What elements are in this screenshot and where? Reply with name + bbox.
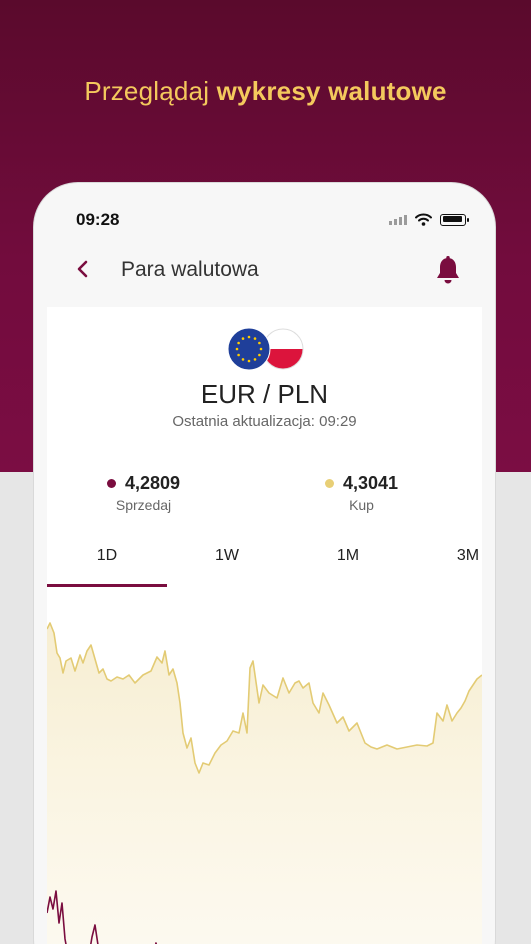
headline: Przeglądaj wykresy walutowe xyxy=(0,76,531,107)
tab-1d[interactable]: 1D xyxy=(77,547,137,565)
status-time: 09:28 xyxy=(76,210,120,229)
tab-1m[interactable]: 1M xyxy=(318,547,378,565)
sell-label: Sprzedaj xyxy=(115,497,172,513)
sell-dot xyxy=(107,479,116,488)
page-title: Para walutowa xyxy=(121,258,259,281)
buy-dot xyxy=(325,479,334,488)
sell-rate: 4,2809 Sprzedaj xyxy=(107,473,180,513)
chevron-left-icon[interactable] xyxy=(71,257,95,281)
tab-1w[interactable]: 1W xyxy=(197,547,257,565)
status-icons xyxy=(389,213,469,226)
tab-3m[interactable]: 3M xyxy=(438,547,482,565)
headline-normal: Przeglądaj xyxy=(84,76,210,106)
period-tabs: 1D 1W 1M 3M xyxy=(47,531,482,587)
battery-icon xyxy=(440,213,469,226)
eu-flag-icon xyxy=(227,327,271,371)
signal-icon xyxy=(389,214,407,225)
pair-content: EUR / PLN Ostatnia aktualizacja: 09:29 4… xyxy=(47,307,482,944)
currency-flags xyxy=(227,327,304,371)
phone-frame: 09:28 Para walutowa EUR / PLN Ostatnia a… xyxy=(34,183,495,944)
bell-icon[interactable] xyxy=(434,255,462,285)
buy-value: 4,3041 xyxy=(343,473,399,493)
last-update: Ostatnia aktualizacja: 09:29 xyxy=(172,413,357,430)
wifi-icon xyxy=(415,213,432,226)
rate-chart[interactable] xyxy=(47,613,482,944)
buy-label: Kup xyxy=(349,497,374,513)
headline-strong: wykresy walutowe xyxy=(216,76,447,106)
sell-value: 4,2809 xyxy=(125,473,181,493)
pair-title: EUR / PLN xyxy=(200,379,329,409)
buy-rate: 4,3041 Kup xyxy=(325,473,398,513)
buy-area xyxy=(47,623,482,944)
phone-screen: 09:28 Para walutowa EUR / PLN Ostatnia a… xyxy=(47,195,482,944)
tab-selected-indicator xyxy=(47,584,167,587)
